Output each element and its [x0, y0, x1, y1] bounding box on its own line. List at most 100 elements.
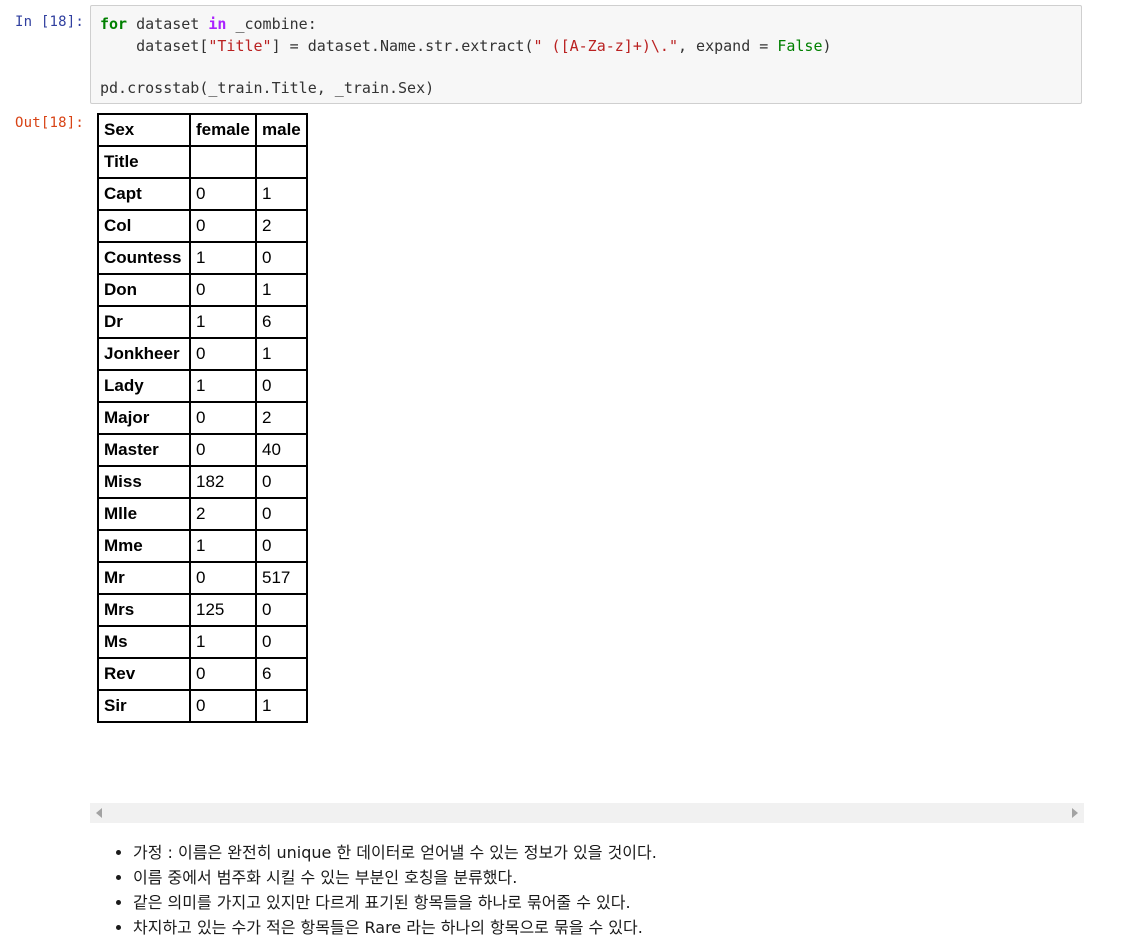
table-row: Jonkheer 0 1 [97, 337, 308, 371]
column-header: Sex [97, 113, 191, 147]
crosstab-table: Sex female male Title Capt 0 1 Col 0 2 Countes… [97, 113, 308, 723]
table-cell: 125 [189, 593, 257, 627]
input-prompt: In [18]: [14, 14, 84, 30]
header-row: Sex female male [97, 113, 308, 147]
table-row: Rev 0 6 [97, 657, 308, 691]
code-token: ) [822, 37, 832, 55]
table-cell: 1 [189, 625, 257, 659]
code-line-4: pd.crosstab(_train.Title, _train.Sex) [100, 79, 435, 97]
table-row: Don 0 1 [97, 273, 308, 307]
code-line-1: for dataset in _combine: [100, 14, 317, 34]
row-index-label: Master [97, 433, 191, 467]
table-cell: 517 [255, 561, 308, 595]
table-row: Sir 0 1 [97, 689, 308, 723]
column-header: male [255, 113, 308, 147]
code-token: _combine: [226, 15, 317, 33]
index-name-header: Title [97, 145, 191, 179]
table-cell: 1 [189, 305, 257, 339]
table-cell: 6 [255, 657, 308, 691]
row-index-label: Countess [97, 241, 191, 275]
row-index-label: Lady [97, 369, 191, 403]
bullet-list: 가정 : 이름은 완전히 unique 한 데이터로 얻어낼 수 있는 정보가 … [113, 840, 1073, 940]
table-cell: 2 [189, 497, 257, 531]
table-cell: 0 [255, 593, 308, 627]
row-index-label: Miss [97, 465, 191, 499]
table-row: Lady 1 0 [97, 369, 308, 403]
column-header: female [189, 113, 257, 147]
string-literal: " ([A-Za-z]+)\." [533, 37, 679, 55]
table-cell: 0 [189, 209, 257, 243]
table-row: Major 0 2 [97, 401, 308, 435]
row-index-label: Major [97, 401, 191, 435]
horizontal-scrollbar[interactable] [90, 803, 1084, 823]
code-token: dataset[ [100, 37, 209, 55]
table-cell: 1 [255, 273, 308, 307]
table-cell: 0 [255, 497, 308, 531]
table-row: Mme 1 0 [97, 529, 308, 563]
row-index-label: Jonkheer [97, 337, 191, 371]
code-line-2: dataset["Title"] = dataset.Name.str.extr… [100, 36, 832, 56]
row-index-label: Dr [97, 305, 191, 339]
row-index-label: Mr [97, 561, 191, 595]
code-cell-editor[interactable]: for dataset in _combine: dataset["Title"… [90, 5, 1082, 104]
row-index-label: Mme [97, 529, 191, 563]
table-cell: 1 [189, 369, 257, 403]
scroll-right-arrow-icon[interactable] [1072, 808, 1078, 818]
table-cell: 1 [189, 241, 257, 275]
table-row: Dr 1 6 [97, 305, 308, 339]
list-item: 가정 : 이름은 완전히 unique 한 데이터로 얻어낼 수 있는 정보가 … [133, 840, 1073, 865]
empty-header-cell [255, 145, 308, 179]
keyword-in: in [208, 15, 227, 33]
table-cell: 0 [189, 401, 257, 435]
table-cell: 0 [189, 657, 257, 691]
row-index-label: Capt [97, 177, 191, 211]
table-row: Mr 0 517 [97, 561, 308, 595]
keyword-for: for [100, 15, 128, 33]
code-token: , expand = [678, 37, 778, 55]
row-index-label: Col [97, 209, 191, 243]
table-cell: 1 [255, 689, 308, 723]
code-token: dataset [127, 15, 209, 33]
row-index-label: Don [97, 273, 191, 307]
list-item: 이름 중에서 범주화 시킬 수 있는 부분인 호칭을 분류했다. [133, 865, 1073, 890]
table-cell: 182 [189, 465, 257, 499]
table-cell: 0 [255, 625, 308, 659]
row-index-label: Sir [97, 689, 191, 723]
constant-false: False [777, 37, 823, 55]
table-cell: 0 [189, 177, 257, 211]
table-cell: 0 [189, 273, 257, 307]
table-row: Mrs 125 0 [97, 593, 308, 627]
row-index-label: Ms [97, 625, 191, 659]
empty-header-cell [189, 145, 257, 179]
string-literal: "Title" [208, 37, 272, 55]
table-cell: 0 [255, 465, 308, 499]
table-row: Col 0 2 [97, 209, 308, 243]
scroll-left-arrow-icon[interactable] [96, 808, 102, 818]
table-cell: 0 [255, 369, 308, 403]
table-cell: 0 [189, 433, 257, 467]
output-prompt: Out[18]: [14, 115, 84, 131]
table-row: Master 0 40 [97, 433, 308, 467]
table-cell: 6 [255, 305, 308, 339]
table-cell: 1 [255, 337, 308, 371]
table-row: Countess 1 0 [97, 241, 308, 275]
table-cell: 0 [189, 561, 257, 595]
table-row: Capt 0 1 [97, 177, 308, 211]
table-body: Capt 0 1 Col 0 2 Countess 1 0 Don 0 1 Dr 1 6 Jonkheer 0 1… [97, 177, 308, 723]
table-cell: 0 [255, 529, 308, 563]
markdown-cell: 가정 : 이름은 완전히 unique 한 데이터로 얻어낼 수 있는 정보가 … [113, 840, 1073, 940]
table-row: Ms 1 0 [97, 625, 308, 659]
list-item: 차지하고 있는 수가 적은 항목들은 Rare 라는 하나의 항목으로 묶을 수… [133, 915, 1073, 940]
table-cell: 1 [189, 529, 257, 563]
table-row: Miss 182 0 [97, 465, 308, 499]
table-cell: 2 [255, 401, 308, 435]
row-index-label: Rev [97, 657, 191, 691]
row-index-label: Mlle [97, 497, 191, 531]
index-name-row: Title [97, 145, 308, 179]
table-cell: 0 [255, 241, 308, 275]
table-row: Mlle 2 0 [97, 497, 308, 531]
table-cell: 40 [255, 433, 308, 467]
table-cell: 0 [189, 337, 257, 371]
output-area: Sex female male Title Capt 0 1 Col 0 2 Countes… [90, 110, 1084, 823]
table-cell: 0 [189, 689, 257, 723]
